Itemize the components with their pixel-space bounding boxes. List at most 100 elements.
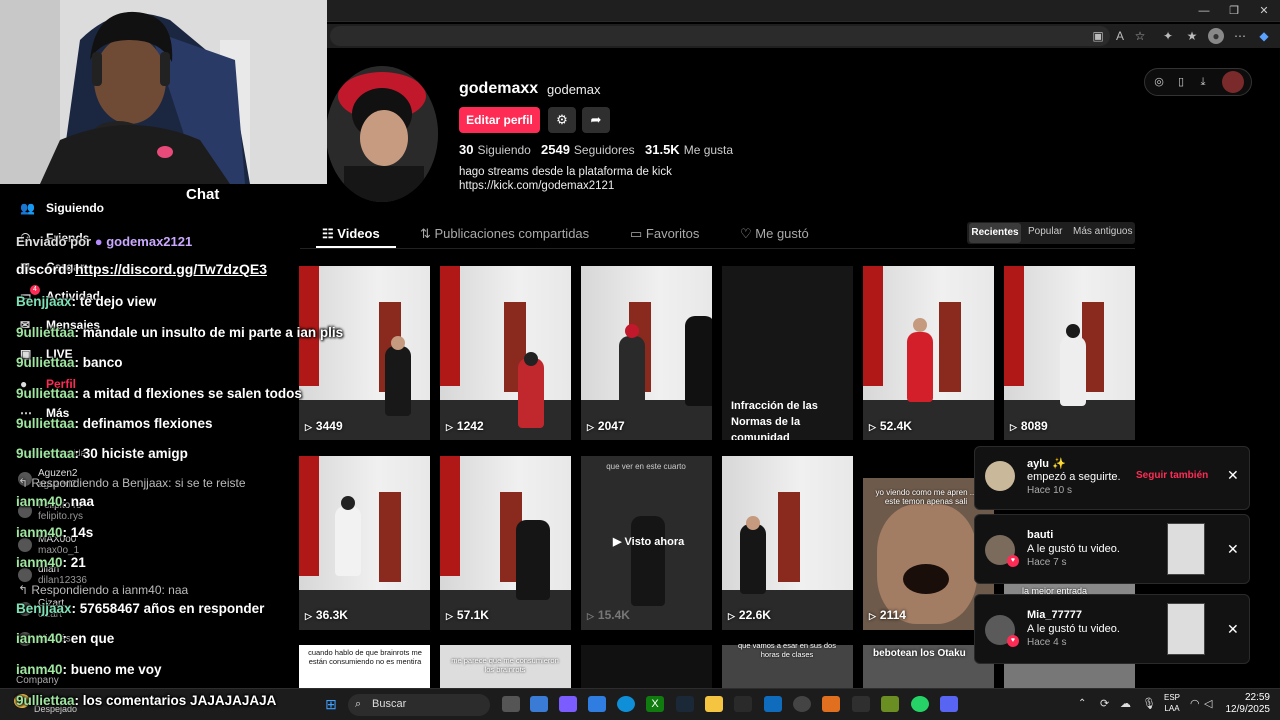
store-icon[interactable]: [588, 696, 606, 712]
file-explorer-icon[interactable]: [705, 696, 723, 712]
video-card[interactable]: [581, 266, 712, 440]
account-avatar: [18, 568, 32, 582]
sent-by-label: Enviado por: [16, 234, 92, 249]
following-count: 30: [459, 142, 474, 157]
discord-icon[interactable]: [940, 696, 958, 712]
maximize-icon[interactable]: ❐: [1224, 3, 1244, 19]
bio-text: hago streams desde la plataforma de kick: [459, 166, 672, 178]
notification-name: bauti: [1027, 529, 1054, 541]
sort-recent[interactable]: Recientes: [969, 223, 1021, 243]
like-notification[interactable]: ♥ Mia_77777 A le gustó tu video. Hace 4 …: [974, 594, 1250, 664]
chat-message: ianm40: 21: [16, 555, 86, 570]
chat-message: 9ulliettaa: 30 hiciste amigp: [16, 446, 188, 461]
split-screen-icon[interactable]: ▣: [1090, 28, 1106, 44]
followers-stat[interactable]: 2549 Seguidores: [541, 142, 635, 157]
bio-link[interactable]: https://kick.com/godemax2121: [459, 180, 614, 192]
copilot-app-icon[interactable]: [559, 696, 577, 712]
chevron-up-icon[interactable]: ⌃: [1078, 698, 1086, 709]
settings-icon[interactable]: [793, 696, 811, 712]
view-count: 8089: [1020, 419, 1048, 433]
favorite-star-icon[interactable]: ☆: [1132, 28, 1148, 44]
chat-message: ianm40: 14s: [16, 525, 93, 540]
close-icon[interactable]: ✕: [1227, 541, 1239, 558]
video-card[interactable]: [863, 266, 994, 440]
likes-count: 31.5K: [645, 142, 680, 157]
grid-icon: ☷: [322, 226, 338, 241]
tab-favorites-label: Favoritos: [645, 226, 700, 241]
chat-text: : 30 hiciste amigp: [74, 446, 188, 461]
notification-time: Hace 10 s: [1027, 485, 1073, 496]
followers-count: 2549: [541, 142, 570, 157]
close-icon[interactable]: ✕: [1227, 621, 1239, 638]
language-indicator[interactable]: ESP LAA: [1160, 692, 1184, 714]
discord-link[interactable]: https://discord.gg/Tw7dzQE3: [75, 261, 267, 277]
video-card[interactable]: [440, 266, 571, 440]
close-window-icon[interactable]: ✕: [1254, 3, 1274, 19]
minimize-icon[interactable]: —: [1194, 3, 1214, 19]
following-stat[interactable]: 30 Siguiendo: [459, 142, 531, 157]
chat-reply: ↰ Respondiendo a ianm40: naa: [18, 583, 188, 597]
wifi-icon[interactable]: ◠: [1190, 697, 1200, 710]
tab-liked[interactable]: ♡ Me gustó: [740, 226, 809, 242]
favorites-icon[interactable]: ★: [1184, 28, 1200, 44]
whatsapp-icon[interactable]: [911, 696, 929, 712]
video-card[interactable]: [722, 456, 853, 630]
chat-message: 9ulliettaa: los comentarios JAJAJAJAJA: [16, 693, 276, 708]
video-card[interactable]: [1004, 266, 1135, 440]
chat-user: 9ulliettaa: [16, 416, 75, 431]
sidebar-item-following[interactable]: 👥 Siguiendo: [20, 198, 104, 218]
search-icon: ⌕: [355, 698, 362, 710]
share-icon[interactable]: ➦: [582, 107, 610, 133]
microphone-icon[interactable]: 🎙: [1142, 697, 1156, 710]
video-card[interactable]: [581, 645, 712, 688]
tab-reposts[interactable]: ⇅ Publicaciones compartidas: [420, 226, 589, 242]
follow-back-button[interactable]: Seguir también: [1136, 470, 1208, 481]
app-icon[interactable]: [530, 696, 548, 712]
edge-icon[interactable]: [617, 696, 635, 712]
edit-profile-button[interactable]: Editar perfil: [459, 107, 540, 133]
like-notification[interactable]: ♥ bauti A le gustó tu video. Hace 7 s ✕: [974, 514, 1250, 584]
copilot-icon[interactable]: ◆: [1256, 28, 1272, 44]
clock[interactable]: 22:59 12/9/2025: [1218, 692, 1271, 716]
task-view-icon[interactable]: [502, 696, 520, 712]
watched-now-label: ▶ Visto ahora: [613, 534, 684, 550]
download-icon[interactable]: ⤓: [1196, 75, 1210, 89]
windows-start-icon[interactable]: ⊞: [322, 696, 340, 712]
app-icon[interactable]: [734, 696, 752, 712]
sort-popular[interactable]: Popular: [1028, 226, 1062, 237]
url-field[interactable]: [330, 26, 1110, 46]
video-card[interactable]: [299, 456, 430, 630]
app-icon[interactable]: [822, 696, 840, 712]
follow-notification[interactable]: aylu ✨ empezó a seguirte. Hace 10 s Segu…: [974, 446, 1250, 510]
video-caption: que vamos a esar en sus dos horas de cla…: [738, 641, 836, 659]
chat-user: 9ulliettaa: [16, 355, 75, 370]
steam-icon[interactable]: [676, 696, 694, 712]
repost-icon: ⇅: [420, 226, 435, 241]
xbox-icon[interactable]: X: [646, 696, 664, 712]
sort-oldest[interactable]: Más antiguos: [1073, 226, 1132, 237]
user-avatar-icon[interactable]: [1222, 71, 1244, 93]
play-icon: ▷: [728, 611, 735, 621]
video-card[interactable]: [440, 456, 571, 630]
tab-favorites[interactable]: ▭ Favoritos: [630, 226, 699, 242]
minecraft-icon[interactable]: [881, 696, 899, 712]
device-icon[interactable]: ▯: [1174, 75, 1188, 89]
more-menu-icon[interactable]: ⋯: [1232, 28, 1248, 44]
chat-user: Benjjaax: [16, 294, 72, 309]
settings-gear-icon[interactable]: ⚙: [548, 107, 576, 133]
cloud-icon[interactable]: ☁: [1120, 697, 1131, 710]
video-card[interactable]: [1004, 660, 1135, 688]
read-aloud-icon[interactable]: A: [1112, 28, 1128, 44]
tab-videos[interactable]: ☷ Videos: [322, 226, 380, 242]
close-icon[interactable]: ✕: [1227, 467, 1239, 484]
coins-icon[interactable]: ◎: [1152, 75, 1166, 89]
tray-app-icon[interactable]: ⟳: [1100, 697, 1109, 710]
account-avatar-icon[interactable]: ●: [1208, 28, 1224, 44]
app-icon[interactable]: [852, 696, 870, 712]
volume-icon[interactable]: ◁: [1204, 697, 1212, 710]
account-handle: felipito.rys: [38, 511, 84, 522]
video-card[interactable]: [299, 266, 430, 440]
taskbar-search[interactable]: [348, 694, 490, 716]
outlook-icon[interactable]: [764, 696, 782, 712]
extensions-icon[interactable]: ✦: [1160, 28, 1176, 44]
